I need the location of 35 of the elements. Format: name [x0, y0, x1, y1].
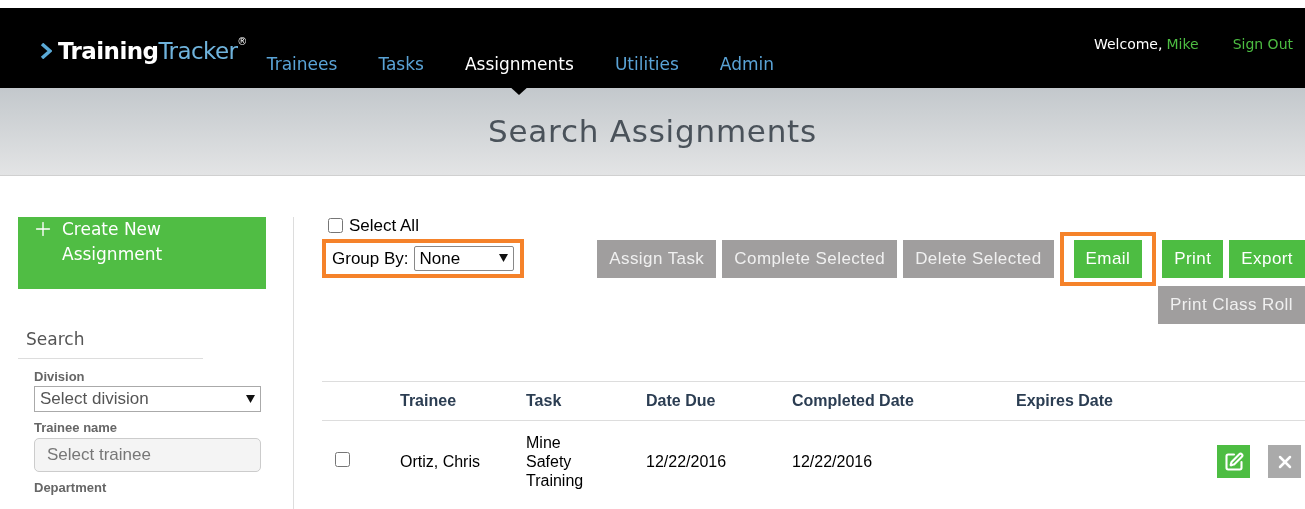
- page-title: Search Assignments: [488, 112, 817, 152]
- sign-out-link[interactable]: Sign Out: [1232, 34, 1293, 55]
- column-header: Expires Date: [1016, 381, 1176, 421]
- welcome-text: Welcome,: [1093, 35, 1163, 54]
- select-all-label: Select All: [349, 215, 419, 237]
- field-label: Division: [34, 367, 86, 386]
- trainee-input-field[interactable]: Select trainee: [34, 437, 261, 472]
- table-cell-text: Mine Safety Training: [526, 433, 585, 491]
- column-header: Trainee: [400, 381, 526, 421]
- app-logo: TrainingTracker®: [40, 34, 247, 69]
- field-label: Department: [34, 478, 108, 497]
- row-checkbox[interactable]: [335, 451, 350, 467]
- user-link[interactable]: Mike: [1166, 34, 1199, 55]
- nav-tab[interactable]: Utilities: [614, 52, 679, 78]
- nav-tab[interactable]: Tasks: [378, 52, 424, 78]
- table-cell: 12/22/2016: [792, 453, 873, 471]
- table-cell: Ortiz, Chris: [400, 453, 480, 471]
- table-cell: 12/22/2016: [646, 453, 727, 471]
- column-header: Completed Date: [792, 381, 1016, 421]
- nav-tab[interactable]: Admin: [719, 52, 775, 78]
- group-by-label: Group By:: [332, 247, 409, 270]
- delete-button[interactable]: [1268, 445, 1301, 478]
- division-select[interactable]: Select division: [34, 386, 261, 412]
- column-header: Task: [526, 381, 646, 421]
- column-header: Date Due: [646, 381, 792, 421]
- dropdown-arrow-icon: [498, 254, 508, 263]
- edit-button[interactable]: [1217, 445, 1250, 478]
- select-all-checkbox[interactable]: [328, 218, 343, 234]
- edit-icon: [1223, 451, 1244, 472]
- field-label: Trainee name: [34, 419, 119, 437]
- search-heading: Search: [18, 327, 203, 359]
- chevron-icon: [40, 43, 52, 60]
- group-by-select[interactable]: None: [413, 245, 514, 271]
- nav-tab[interactable]: Trainees: [266, 52, 338, 78]
- dropdown-arrow-icon: [246, 395, 255, 403]
